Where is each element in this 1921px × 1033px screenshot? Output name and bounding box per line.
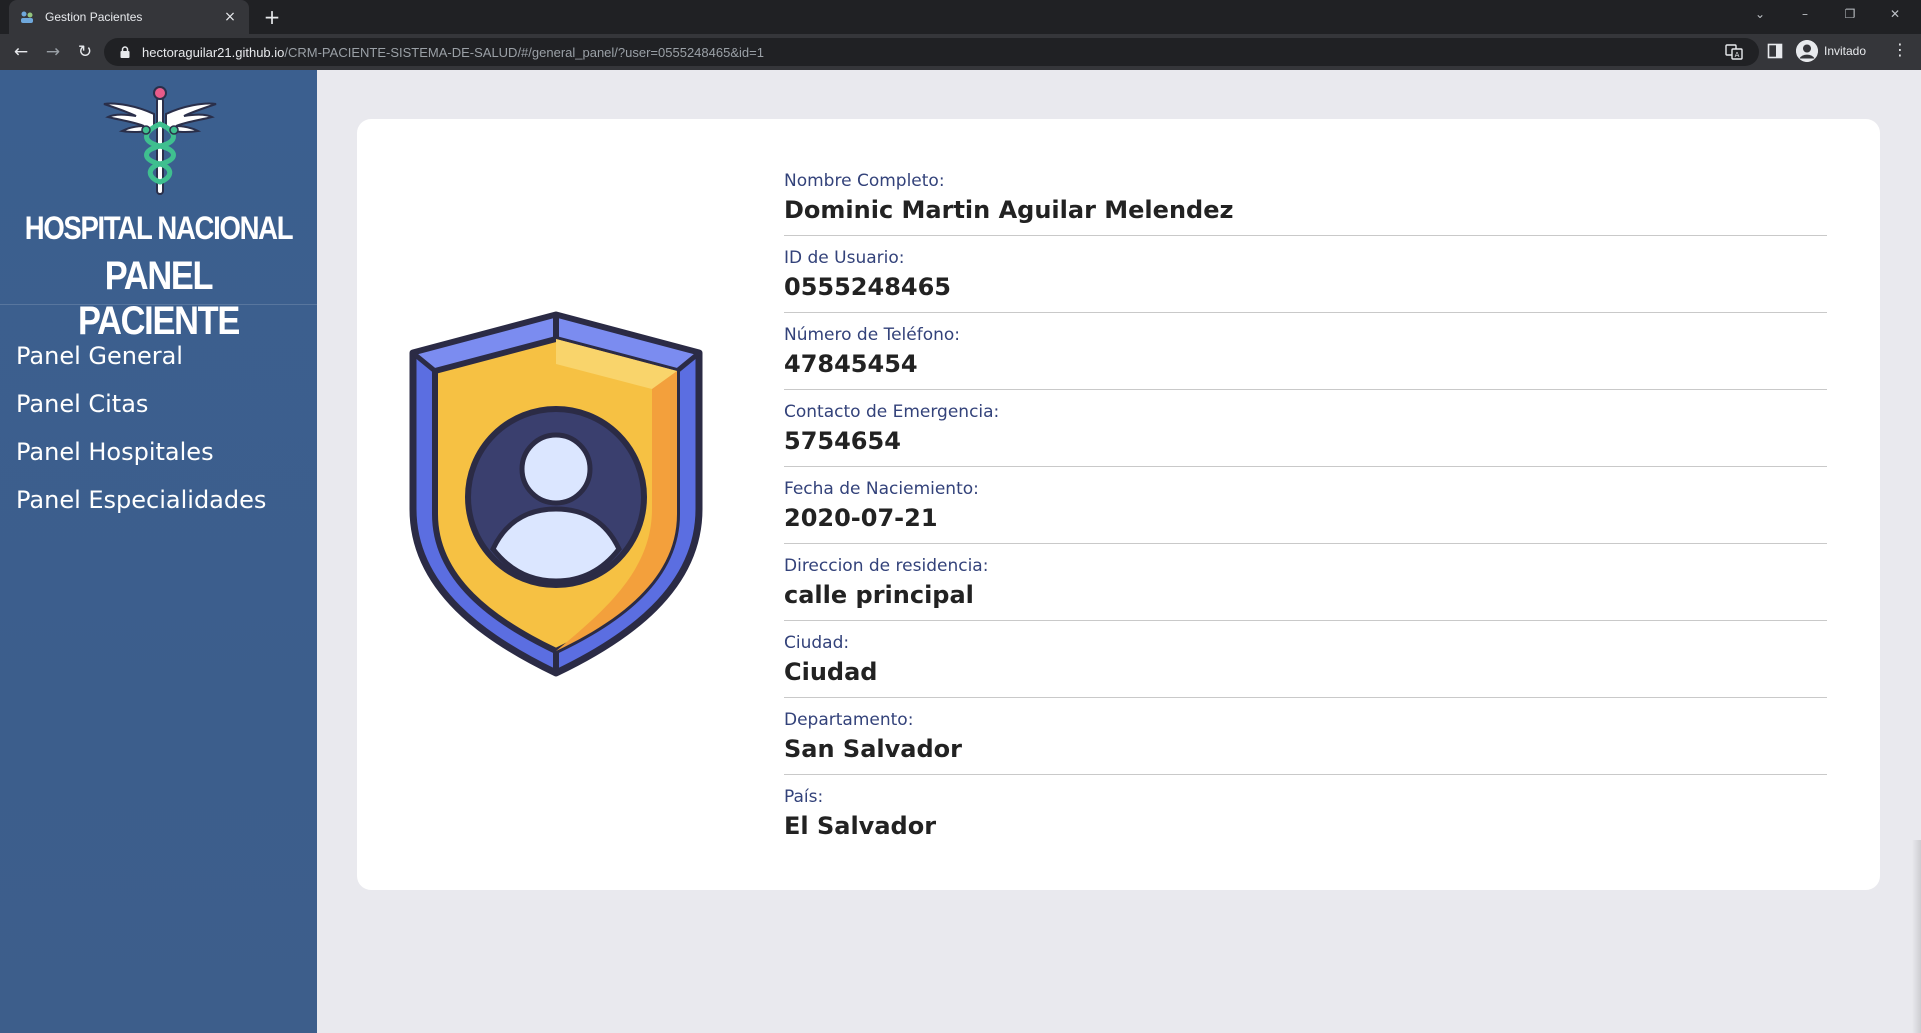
field-city: Ciudad: Ciudad (784, 621, 1827, 698)
address-bar[interactable]: hectoraguilar21.github.io/CRM-PACIENTE-S… (104, 38, 1759, 66)
field-user-id: ID de Usuario: 0555248465 (784, 236, 1827, 313)
field-label: Fecha de Naciemiento: (784, 479, 979, 499)
field-label: Nombre Completo: (784, 171, 945, 191)
field-value: El Salvador (784, 812, 937, 840)
window-close-icon[interactable]: ✕ (1875, 0, 1915, 30)
lock-icon (120, 46, 130, 58)
field-country: País: El Salvador (784, 775, 1827, 852)
caduceus-logo-icon (103, 86, 217, 195)
profile-button[interactable]: Invitado (1796, 38, 1866, 64)
menu-icon[interactable]: ⋮ (1892, 40, 1908, 59)
url-host: hectoraguilar21.github.io (142, 44, 285, 60)
brand-title: HOSPITAL NACIONAL (24, 210, 294, 246)
browser-tab-strip: Gestion Pacientes × + ⌄ – ❐ ✕ (0, 0, 1921, 34)
brand-subtitle: PANEL PACIENTE (77, 254, 240, 343)
browser-tab[interactable]: Gestion Pacientes × (9, 0, 249, 34)
patient-card: Nombre Completo: Dominic Martin Aguilar … (357, 119, 1880, 890)
field-value: 47845454 (784, 350, 918, 378)
field-emergency-contact: Contacto de Emergencia: 5754654 (784, 390, 1827, 467)
sidebar-nav: Panel General Panel Citas Panel Hospital… (16, 332, 266, 524)
field-label: ID de Usuario: (784, 248, 905, 268)
page-edge-shadow (1912, 840, 1921, 1033)
patient-shield-icon (409, 311, 703, 677)
brand: HOSPITAL NACIONAL PANEL PACIENTE (0, 70, 317, 343)
back-icon[interactable]: ← (8, 39, 34, 65)
profile-icon (1796, 40, 1818, 62)
field-value: 0555248465 (784, 273, 951, 301)
patient-info: Nombre Completo: Dominic Martin Aguilar … (784, 159, 1827, 852)
field-value: 2020-07-21 (784, 504, 938, 532)
field-value: 5754654 (784, 427, 901, 455)
forward-icon[interactable]: → (40, 39, 66, 65)
field-label: Contacto de Emergencia: (784, 402, 1000, 422)
translate-icon[interactable]: A (1725, 43, 1743, 61)
main-content: Nombre Completo: Dominic Martin Aguilar … (317, 70, 1921, 1033)
field-value: calle principal (784, 581, 974, 609)
tab-search-icon[interactable]: ⌄ (1740, 0, 1780, 30)
field-value: Ciudad (784, 658, 878, 686)
field-address: Direccion de residencia: calle principal (784, 544, 1827, 621)
sidebar-divider (0, 304, 317, 305)
profile-label: Invitado (1824, 44, 1867, 58)
sidebar-item-panel-citas[interactable]: Panel Citas (16, 380, 266, 428)
side-panel-icon[interactable] (1767, 43, 1783, 59)
restore-icon[interactable]: ❐ (1830, 0, 1870, 30)
tab-close-icon[interactable]: × (221, 9, 239, 25)
sidebar-item-panel-general[interactable]: Panel General (16, 332, 266, 380)
minimize-icon[interactable]: – (1785, 0, 1825, 30)
field-label: País: (784, 787, 824, 807)
field-phone: Número de Teléfono: 47845454 (784, 313, 1827, 390)
sidebar: HOSPITAL NACIONAL PANEL PACIENTE Panel G… (0, 70, 317, 1033)
browser-toolbar: ← → ↻ hectoraguilar21.github.io/CRM-PACI… (0, 34, 1921, 70)
favicon-icon (19, 9, 35, 25)
field-value: San Salvador (784, 735, 962, 763)
field-full-name: Nombre Completo: Dominic Martin Aguilar … (784, 159, 1827, 236)
field-department: Departamento: San Salvador (784, 698, 1827, 775)
reload-icon[interactable]: ↻ (72, 39, 98, 65)
tab-title: Gestion Pacientes (45, 10, 143, 24)
field-label: Número de Teléfono: (784, 325, 961, 345)
svg-text:A: A (1735, 51, 1740, 59)
field-label: Departamento: (784, 710, 914, 730)
field-label: Direccion de residencia: (784, 556, 989, 576)
sidebar-item-panel-hospitales[interactable]: Panel Hospitales (16, 428, 266, 476)
url-path: /CRM-PACIENTE-SISTEMA-DE-SALUD/#/general… (284, 44, 764, 60)
sidebar-item-panel-especialidades[interactable]: Panel Especialidades (16, 476, 266, 524)
new-tab-button[interactable]: + (260, 5, 284, 29)
field-value: Dominic Martin Aguilar Melendez (784, 196, 1234, 224)
field-birth-date: Fecha de Naciemiento: 2020-07-21 (784, 467, 1827, 544)
field-label: Ciudad: (784, 633, 850, 653)
